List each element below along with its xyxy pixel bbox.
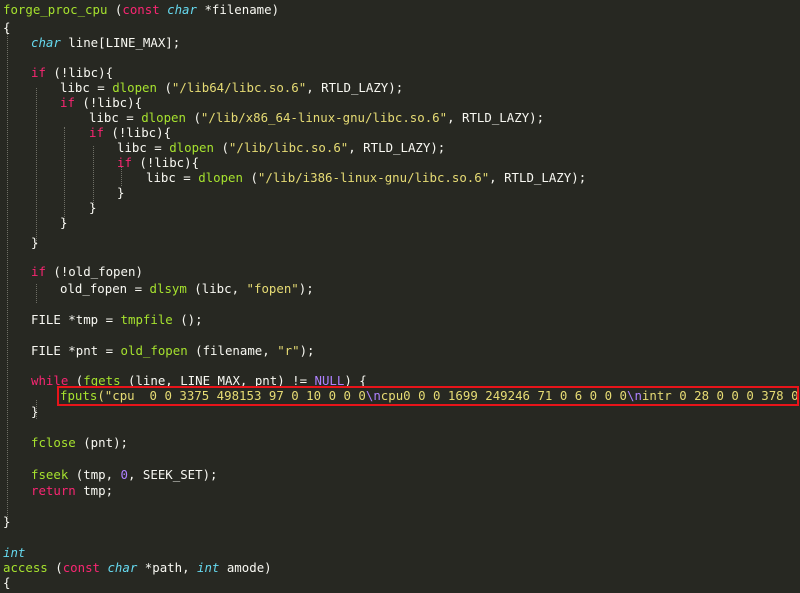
code-line: } (3, 514, 11, 529)
function-name: forge_proc_cpu (3, 2, 108, 17)
code-line: access (const char *path, int amode) (3, 560, 272, 575)
indent-guide (93, 146, 94, 205)
highlight-box (57, 386, 799, 406)
indent-guide (7, 29, 8, 519)
code-line: { (3, 575, 11, 590)
code-line: libc = dlopen ("/lib/i386-linux-gnu/libc… (146, 170, 587, 185)
code-line: FILE *pnt = old_fopen (filename, "r"); (31, 343, 315, 358)
code-line: return tmp; (31, 483, 114, 498)
code-line: } (89, 200, 97, 215)
code-line: { (3, 20, 11, 35)
code-line: } (31, 404, 39, 419)
code-line: forge_proc_cpu (const char *filename) (3, 2, 280, 17)
code-line: } (31, 235, 39, 250)
code-line: } (60, 215, 68, 230)
code-line: old_fopen = dlsym (libc, "fopen"); (60, 281, 314, 296)
code-line: char line[LINE_MAX]; (31, 35, 181, 50)
code-editor[interactable]: forge_proc_cpu (const char *filename) { … (0, 0, 800, 590)
indent-guide (64, 127, 65, 225)
indent-guide (36, 284, 37, 303)
code-line: } (117, 185, 125, 200)
code-line: FILE *tmp = tmpfile (); (31, 312, 203, 327)
code-line: fclose (pnt); (31, 435, 128, 450)
indent-guide (36, 88, 37, 245)
